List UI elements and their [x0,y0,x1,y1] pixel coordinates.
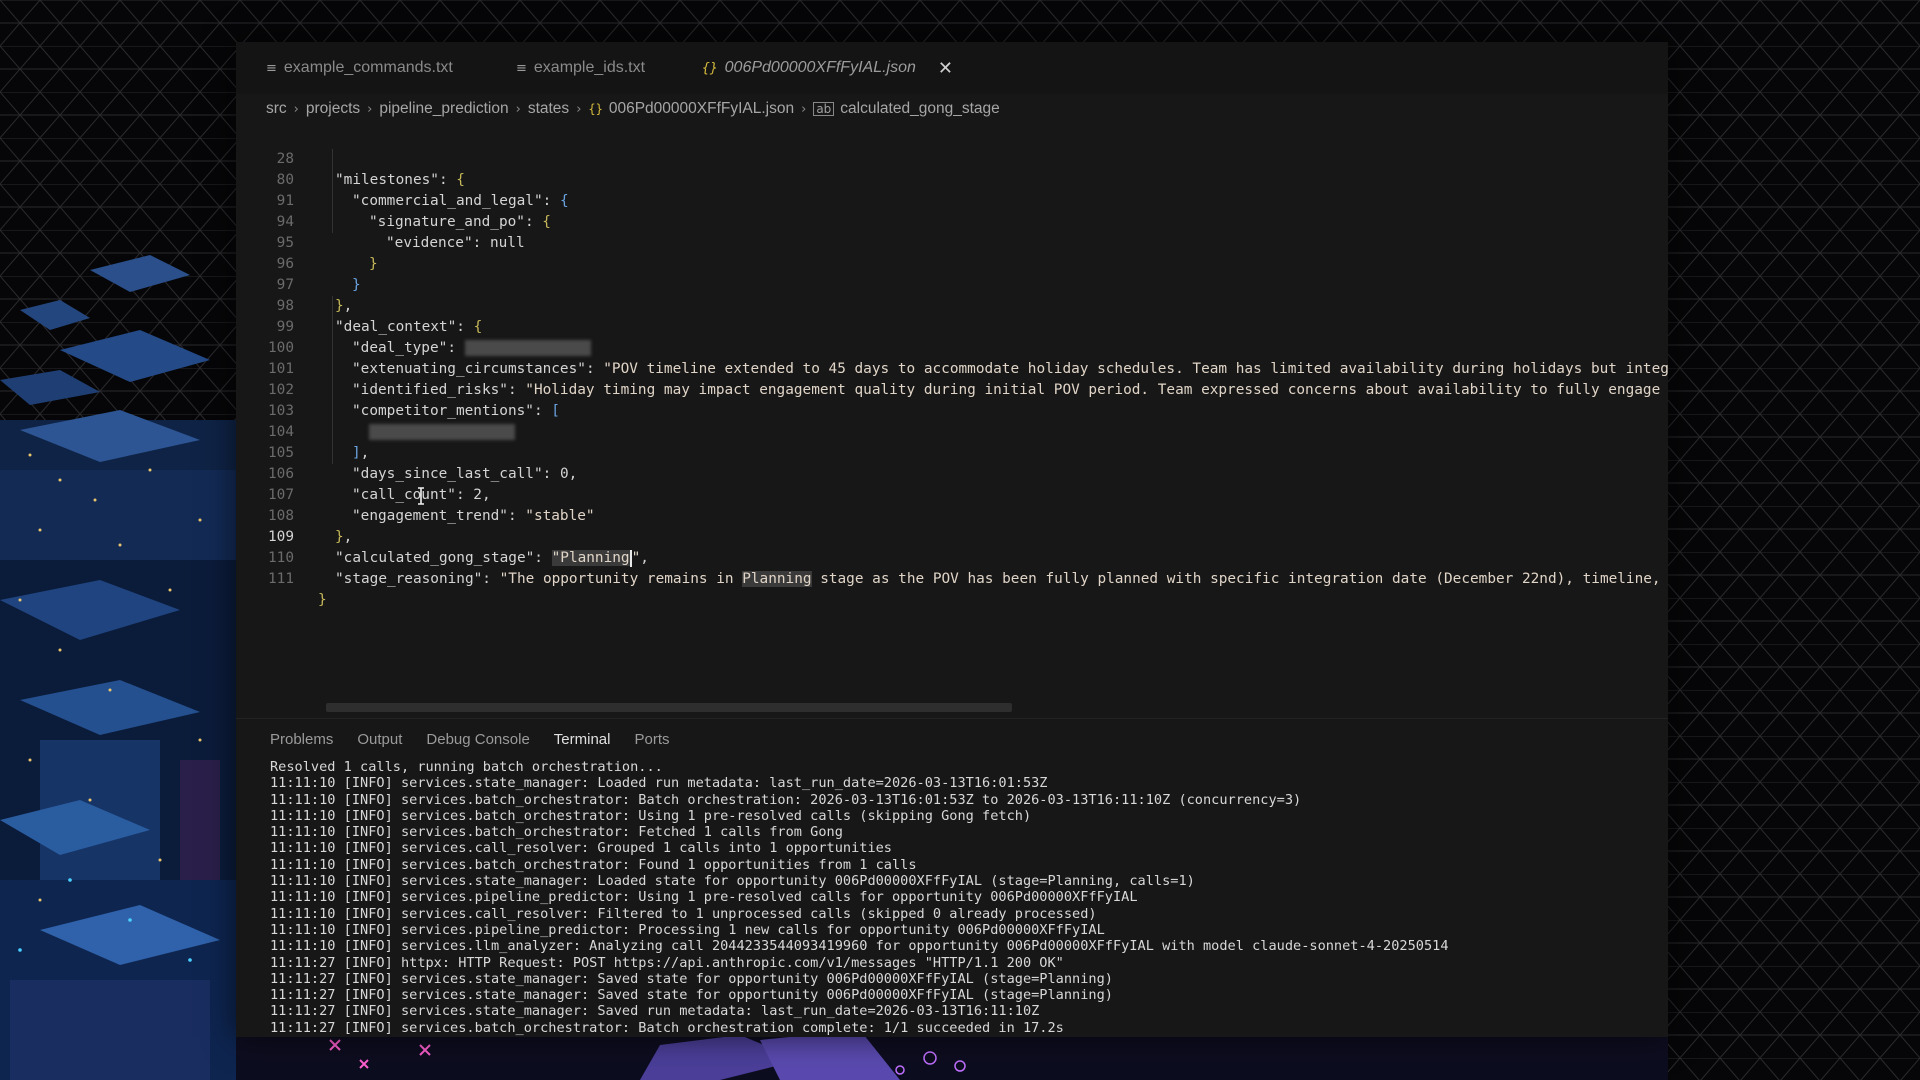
code-line: 104 ], [236,401,1668,461]
code-line: 99 "deal_type": [236,296,1668,356]
text-file-icon: ≡ [266,60,277,76]
terminal-line: 11:11:10 [INFO] services.state_manager: … [270,775,1048,792]
terminal-line: 11:11:27 [INFO] services.state_manager: … [270,970,1113,987]
terminal-output[interactable]: Resolved 1 calls, running batch orchestr… [270,759,1449,1036]
terminal-line: 11:11:10 [INFO] services.pipeline_predic… [270,921,1105,938]
tab-debug-console[interactable]: Debug Console [426,731,529,748]
ibeam-cursor-icon [418,487,424,505]
editor-tab-bar: ≡ example_commands.txt ≡ example_ids.txt… [236,42,1668,94]
tab-output[interactable]: Output [357,731,402,748]
tab-label: example_commands.txt [283,59,453,76]
terminal-line: 11:11:10 [INFO] services.state_manager: … [270,873,1195,890]
code-line-current: 109 "calculated_gong_stage": "Planning ", [236,506,1668,567]
tab-ports[interactable]: Ports [634,731,669,748]
terminal-line: 11:11:10 [INFO] services.batch_orchestra… [270,791,1302,808]
text-file-icon: ≡ [516,60,527,76]
chevron-right-icon: › [515,101,521,117]
terminal-line: 11:11:10 [INFO] services.batch_orchestra… [270,856,917,873]
code-line: 111 } [236,548,1668,608]
close-icon[interactable]: ✕ [938,58,953,79]
bottom-panel: Problems Output Debug Console Terminal P… [236,718,1668,1037]
json-value: stage as the POV has been fully planned … [811,571,1668,587]
code-line: 91 "signature_and_po": { [236,170,1668,230]
breadcrumb: src › projects › pipeline_prediction › s… [266,98,1000,120]
terminal-line: 11:11:10 [INFO] services.batch_orchestra… [270,807,1032,824]
json-file-icon: {} [588,102,603,116]
horizontal-scrollbar[interactable] [326,703,1012,712]
tab-label: 006Pd00000XFfFyIAL.json [724,59,916,76]
line-number: 111 [268,571,294,587]
panel-tabs: Problems Output Debug Console Terminal P… [270,731,694,748]
json-value: "The opportunity remains in [499,571,743,587]
chevron-right-icon: › [293,101,299,117]
terminal-line: 11:11:27 [INFO] services.batch_orchestra… [270,1019,1064,1036]
terminal-line: 11:11:27 [INFO] services.state_manager: … [270,987,1113,1004]
terminal-line: 11:11:10 [INFO] services.call_resolver: … [270,905,1097,922]
code-line: 101 "identified_risks": "Holiday timing … [236,338,1668,398]
code-line: 105 "days_since_last_call": 0, [236,422,1668,482]
code-line: 95 } [236,212,1668,272]
code-line: 96 } [236,233,1668,293]
breadcrumb-item[interactable]: states [528,100,569,118]
chevron-right-icon: › [367,101,373,117]
code-line: 103 [236,380,1668,440]
tab-label: example_ids.txt [533,59,646,76]
tab-example-ids[interactable]: ≡ example_ids.txt [516,42,645,94]
terminal-line: 11:11:27 [INFO] services.state_manager: … [270,1003,1040,1020]
terminal-line: 11:11:10 [INFO] services.llm_analyzer: A… [270,938,1449,955]
code-line: 110 "stage_reasoning": "The opportunity … [236,527,1668,587]
code-line: 97 }, [236,254,1668,314]
breadcrumb-item[interactable]: src [266,100,287,118]
chevron-right-icon: › [576,101,582,117]
breadcrumb-item[interactable]: 006Pd00000XFfFyIAL.json [609,100,794,118]
code-editor-window: ≡ example_commands.txt ≡ example_ids.txt… [236,42,1668,1037]
string-symbol-icon: ab [813,102,835,116]
code-line: 28 "milestones": { [236,128,1668,188]
code-line: 94 "evidence": null [236,191,1668,251]
code-line: 102 "competitor_mentions": [ [236,359,1668,419]
terminal-line: Resolved 1 calls, running batch orchestr… [270,759,663,775]
tab-json-file[interactable]: {} 006Pd00000XFfFyIAL.json ✕ [702,42,953,94]
breadcrumb-item[interactable]: pipeline_prediction [379,100,508,118]
breadcrumb-item[interactable]: projects [306,100,360,118]
code-line: 98 "deal_context": { [236,275,1668,335]
terminal-line: 11:11:27 [INFO] httpx: HTTP Request: POS… [270,954,1064,971]
tab-problems[interactable]: Problems [270,731,333,748]
code-line: 107 "engagement_trend": "stable" [236,464,1668,524]
json-file-icon: {} [702,60,718,76]
chevron-right-icon: › [801,101,807,117]
code-line: 106 "call_count": 2, [236,443,1668,503]
tab-terminal[interactable]: Terminal [554,731,611,748]
code-line: 80 "commercial_and_legal": { [236,149,1668,209]
json-key: "stage_reasoning" [335,571,483,587]
search-highlight: Planning [742,571,812,587]
code-line: 100 "extenuating_circumstances": "POV ti… [236,317,1668,377]
code-editor[interactable]: 28 "milestones": { 80 "commercial_and_le… [236,128,1668,608]
terminal-line: 11:11:10 [INFO] services.pipeline_predic… [270,889,1138,906]
breadcrumb-item[interactable]: calculated_gong_stage [840,100,999,118]
code-line: 108 }, [236,485,1668,545]
tab-example-commands[interactable]: ≡ example_commands.txt [266,42,453,94]
terminal-line: 11:11:10 [INFO] services.call_resolver: … [270,840,892,857]
terminal-line: 11:11:10 [INFO] services.batch_orchestra… [270,824,843,841]
